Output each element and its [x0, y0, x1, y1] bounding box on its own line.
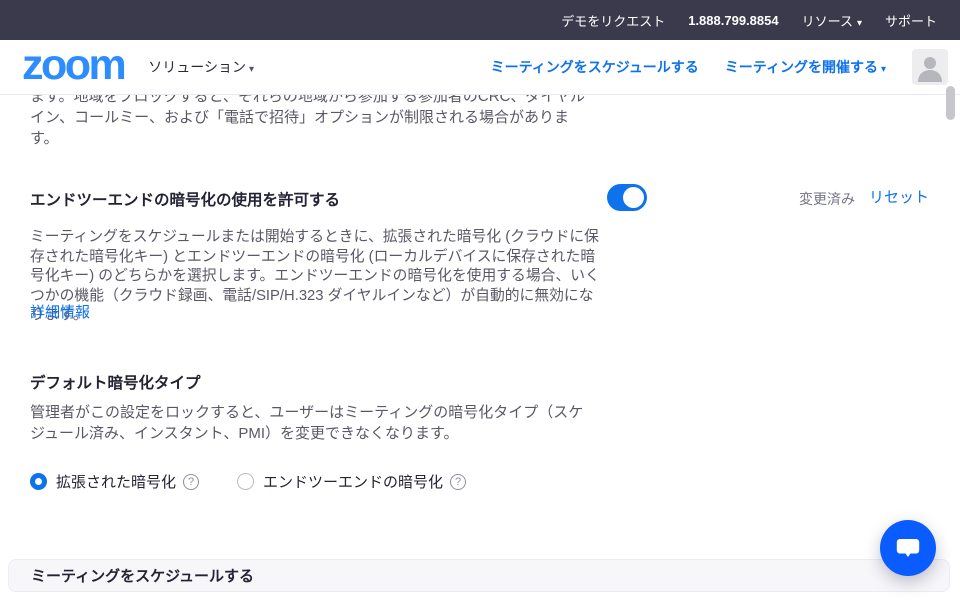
solutions-label: ソリューション	[148, 59, 246, 75]
user-avatar[interactable]	[912, 49, 948, 85]
radio-label: エンドツーエンドの暗号化	[263, 471, 443, 492]
scrollbar-thumb[interactable]	[946, 86, 955, 120]
chat-bubble-icon	[895, 536, 921, 561]
reset-link[interactable]: リセット	[869, 186, 929, 207]
person-icon	[912, 49, 948, 85]
radio-label: 拡張された暗号化	[56, 471, 176, 492]
section-header-label: ミーティングをスケジュールする	[31, 565, 254, 586]
help-icon[interactable]: ?	[183, 474, 199, 490]
e2e-setting-title: エンドツーエンドの暗号化の使用を許可する	[30, 188, 340, 210]
radio-unselected-icon	[237, 473, 254, 490]
resources-label: リソース	[802, 14, 853, 29]
header-actions: ミーティングをスケジュールする ミーティングを開催する▾	[491, 49, 948, 85]
chevron-down-icon: ▾	[857, 18, 862, 29]
main-header: zoom ソリューション▾ ミーティングをスケジュールする ミーティングを開催す…	[0, 40, 960, 95]
solutions-menu[interactable]: ソリューション▾	[148, 57, 254, 77]
support-link[interactable]: サポート	[885, 11, 937, 30]
blocked-regions-description: ます。地域をブロックすると、それらの地域から参加する参加者のCRC、ダイヤルイン…	[30, 86, 596, 149]
chevron-down-icon: ▾	[249, 64, 254, 75]
default-encryption-description: 管理者がこの設定をロックすると、ユーザーはミーティングの暗号化タイプ（スケジュー…	[30, 402, 586, 444]
phone-number-link[interactable]: 1.888.799.8854	[688, 13, 778, 28]
radio-enhanced-encryption[interactable]: 拡張された暗号化 ?	[30, 471, 199, 492]
encryption-type-options: 拡張された暗号化 ? エンドツーエンドの暗号化 ?	[30, 471, 466, 492]
modified-status-badge: 変更済み	[799, 189, 855, 209]
zoom-settings-page: デモをリクエスト 1.888.799.8854 リソース ▾ サポート zoom …	[0, 0, 960, 600]
host-meeting-label: ミーティングを開催する	[725, 59, 878, 75]
e2e-setting-description: ミーティングをスケジュールまたは開始するときに、拡張された暗号化 (クラウドに保…	[30, 228, 604, 326]
schedule-meeting-section-header[interactable]: ミーティングをスケジュールする	[8, 559, 950, 592]
top-utility-bar: デモをリクエスト 1.888.799.8854 リソース ▾ サポート	[0, 0, 960, 40]
toggle-knob	[623, 187, 644, 208]
schedule-meeting-link[interactable]: ミーティングをスケジュールする	[491, 57, 699, 77]
e2e-encryption-toggle[interactable]	[607, 184, 647, 211]
radio-e2e-encryption[interactable]: エンドツーエンドの暗号化 ?	[237, 471, 466, 492]
host-meeting-menu[interactable]: ミーティングを開催する▾	[725, 57, 886, 77]
help-icon[interactable]: ?	[450, 474, 466, 490]
zoom-logo[interactable]: zoom	[22, 41, 124, 93]
resources-menu[interactable]: リソース ▾	[802, 11, 862, 30]
more-info-link[interactable]: 詳細情報	[30, 301, 90, 322]
request-demo-link[interactable]: デモをリクエスト	[561, 11, 665, 30]
radio-selected-icon	[30, 473, 47, 490]
chat-support-button[interactable]	[880, 520, 936, 576]
default-encryption-title: デフォルト暗号化タイプ	[30, 371, 201, 393]
chevron-down-icon: ▾	[881, 64, 886, 75]
